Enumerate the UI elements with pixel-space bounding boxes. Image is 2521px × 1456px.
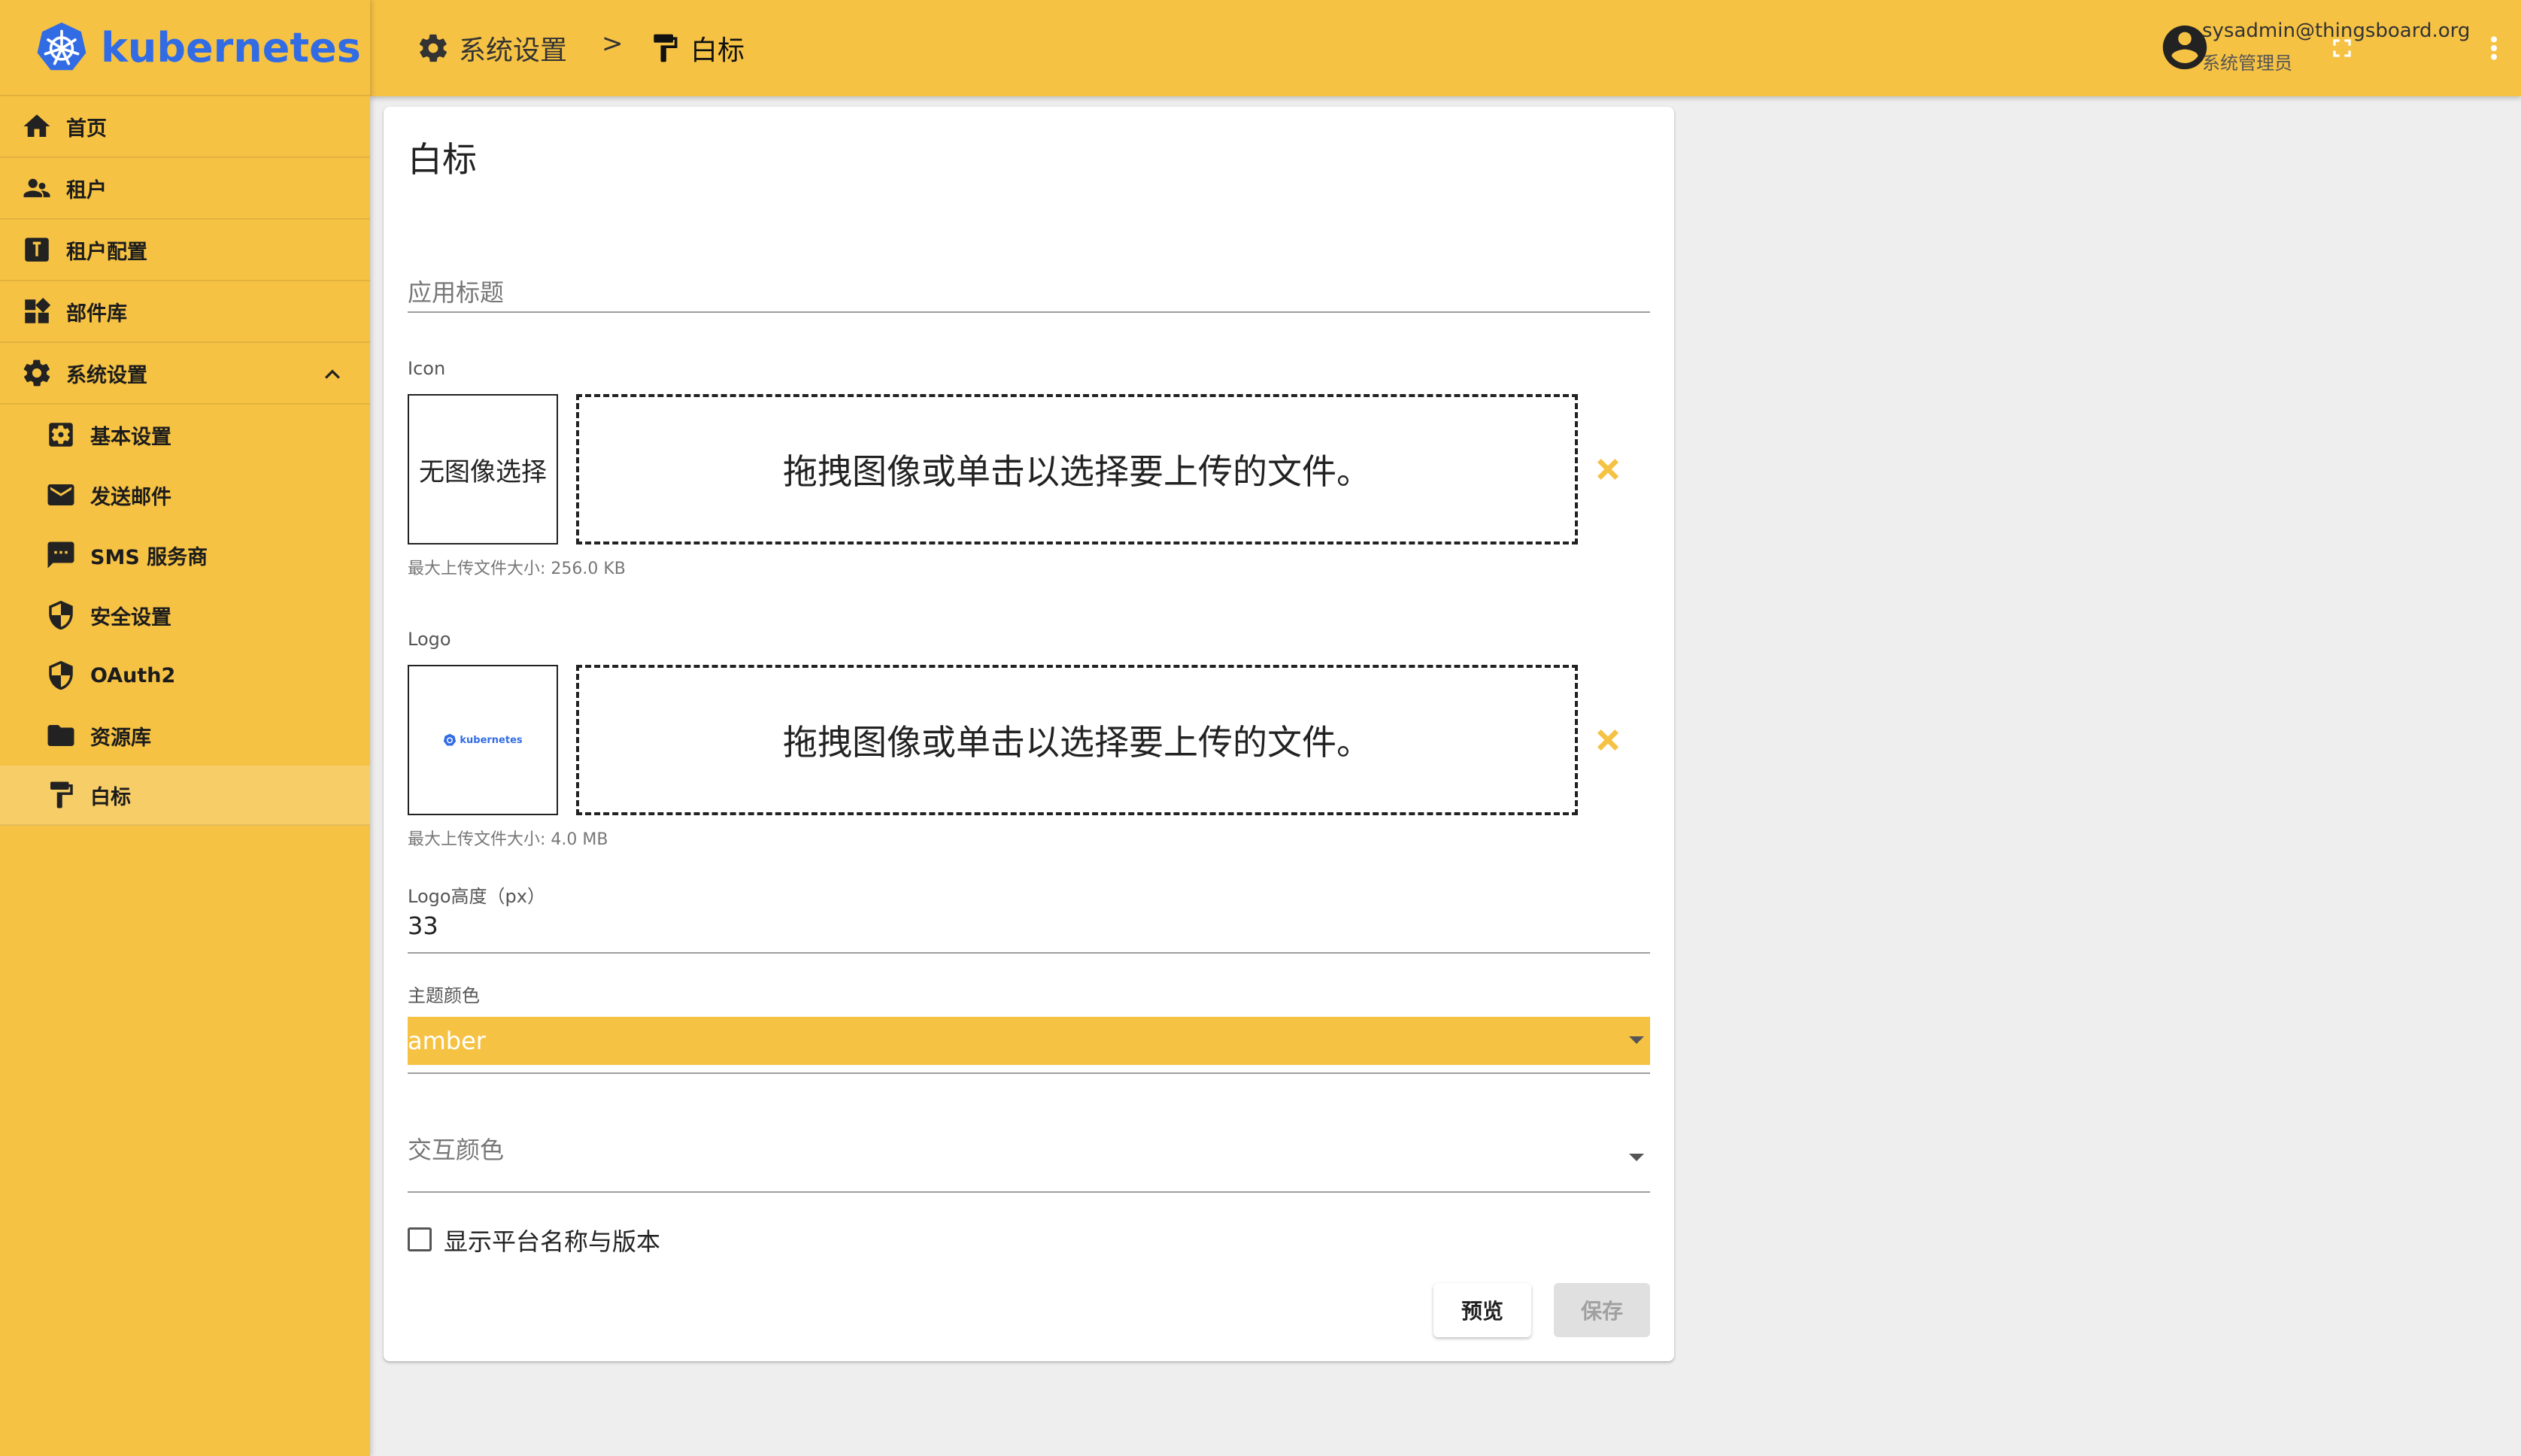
clear-icon-close-icon[interactable] xyxy=(1593,454,1623,484)
app-title-input[interactable]: 应用标题 xyxy=(408,274,504,308)
shield-icon xyxy=(44,658,78,693)
sidebar-item-label: 租户 xyxy=(66,178,107,202)
theme-color-underline xyxy=(408,1072,1650,1074)
sidebar-item-security[interactable]: 安全设置 xyxy=(0,585,370,645)
user-email[interactable]: sysadmin@thingsboard.org xyxy=(2202,20,2470,42)
breadcrumb-white-labeling: 白标 xyxy=(648,29,745,68)
sidebar-item-general-settings[interactable]: 基本设置 xyxy=(0,405,370,465)
dropzone-text: 拖拽图像或单击以选择要上传的文件。 xyxy=(783,451,1371,492)
sidebar-item-label: SMS 服务商 xyxy=(90,545,208,569)
preview-button[interactable]: 预览 xyxy=(1433,1283,1531,1337)
page-title: 白标 xyxy=(408,139,477,180)
more-vert-icon[interactable] xyxy=(2488,33,2500,63)
sidebar-item-oauth2[interactable]: OAuth2 xyxy=(0,645,370,705)
sidebar-item-label: 首页 xyxy=(66,117,107,141)
icon-size-hint: 最大上传文件大小: 256.0 KB xyxy=(408,560,626,578)
sms-icon xyxy=(44,538,78,572)
tenant-profile-icon xyxy=(20,232,54,267)
people-icon xyxy=(20,171,54,205)
logo-preview-image: kubernetes xyxy=(443,733,523,747)
sidebar-item-mail[interactable]: 发送邮件 xyxy=(0,465,370,525)
sidebar-item-label: 租户配置 xyxy=(66,240,147,264)
sidebar-item-sms[interactable]: SMS 服务商 xyxy=(0,525,370,585)
sidebar-item-label: 部件库 xyxy=(66,302,127,326)
format-paint-icon xyxy=(44,778,78,812)
sidebar-item-tenants[interactable]: 租户 xyxy=(0,158,370,220)
show-name-version-checkbox[interactable] xyxy=(408,1227,432,1251)
brand-logo[interactable]: kubernetes xyxy=(0,0,370,96)
format-paint-icon xyxy=(654,34,678,62)
sidebar-item-label: 基本设置 xyxy=(90,425,171,449)
icon-preview-text: 无图像选择 xyxy=(419,457,547,487)
sidebar-item-label: 白标 xyxy=(90,785,131,809)
icon-label: Icon xyxy=(408,358,446,379)
sidebar-item-widgets[interactable]: 部件库 xyxy=(0,281,370,343)
theme-color-label: 主题颜色 xyxy=(408,985,480,1006)
logo-label: Logo xyxy=(408,629,451,650)
user-role: 系统管理员 xyxy=(2202,53,2292,74)
dropdown-arrow-icon xyxy=(1629,1036,1644,1044)
kubernetes-logo-icon xyxy=(444,733,457,746)
sidebar-item-tenant-profiles[interactable]: 租户配置 xyxy=(0,220,370,281)
breadcrumb-separator: > xyxy=(602,29,623,59)
breadcrumb-label: 系统设置 xyxy=(459,35,568,66)
breadcrumb-label: 白标 xyxy=(690,35,745,66)
sidebar: kubernetes 首页 租户 租户配置 部件库 系统设置 基本设置 发送邮件… xyxy=(0,0,370,1456)
breadcrumb-system-settings[interactable]: 系统设置 xyxy=(417,29,567,68)
sidebar-item-label: 发送邮件 xyxy=(90,485,171,509)
home-icon xyxy=(20,109,54,144)
logo-height-input[interactable]: 33 xyxy=(408,912,438,940)
sidebar-item-label: 系统设置 xyxy=(66,363,147,387)
logo-preview: kubernetes xyxy=(408,665,558,815)
logo-size-hint: 最大上传文件大小: 4.0 MB xyxy=(408,830,608,849)
gear-icon xyxy=(419,34,447,62)
kubernetes-logo-icon xyxy=(37,22,86,71)
settings-applications-icon xyxy=(44,417,78,452)
interaction-color-select[interactable]: 交互颜色 xyxy=(408,1131,504,1166)
logo-dropzone[interactable]: 拖拽图像或单击以选择要上传的文件。 xyxy=(576,665,1578,815)
logo-height-label: Logo高度（px） xyxy=(408,886,545,907)
dropzone-text: 拖拽图像或单击以选择要上传的文件。 xyxy=(783,722,1371,763)
gear-icon xyxy=(20,356,54,390)
folder-icon xyxy=(44,718,78,753)
white-labeling-card: 白标 应用标题 Icon 无图像选择 拖拽图像或单击以选择要上传的文件。 最大上… xyxy=(384,107,1674,1361)
sidebar-item-system-settings[interactable]: 系统设置 xyxy=(0,343,370,405)
clear-logo-close-icon[interactable] xyxy=(1593,725,1623,755)
theme-color-value: amber xyxy=(408,1027,486,1055)
logo-height-underline xyxy=(408,952,1650,954)
mail-icon xyxy=(44,478,78,512)
sidebar-item-resources[interactable]: 资源库 xyxy=(0,705,370,766)
dropdown-arrow-icon xyxy=(1629,1154,1644,1161)
logo-preview-brand: kubernetes xyxy=(460,734,523,746)
sidebar-item-label: 资源库 xyxy=(90,726,151,750)
sidebar-item-label: OAuth2 xyxy=(90,663,176,687)
security-icon xyxy=(44,598,78,632)
top-bar: 系统设置 > 白标 sysadmin@thingsboard.org 系统管理员 xyxy=(370,0,2521,96)
widgets-icon xyxy=(20,294,54,329)
sidebar-item-white-labeling[interactable]: 白标 xyxy=(0,766,370,826)
brand-name: kubernetes xyxy=(101,23,361,71)
save-button[interactable]: 保存 xyxy=(1554,1283,1650,1337)
icon-dropzone[interactable]: 拖拽图像或单击以选择要上传的文件。 xyxy=(576,394,1578,544)
app-title-underline xyxy=(408,311,1650,313)
chevron-up-icon[interactable] xyxy=(317,359,347,390)
show-name-version-label[interactable]: 显示平台名称与版本 xyxy=(444,1223,660,1257)
theme-color-select[interactable]: amber xyxy=(408,1017,1650,1065)
icon-preview: 无图像选择 xyxy=(408,394,558,544)
sidebar-item-label: 安全设置 xyxy=(90,605,171,629)
sidebar-item-home[interactable]: 首页 xyxy=(0,96,370,158)
interaction-color-underline xyxy=(408,1191,1650,1193)
